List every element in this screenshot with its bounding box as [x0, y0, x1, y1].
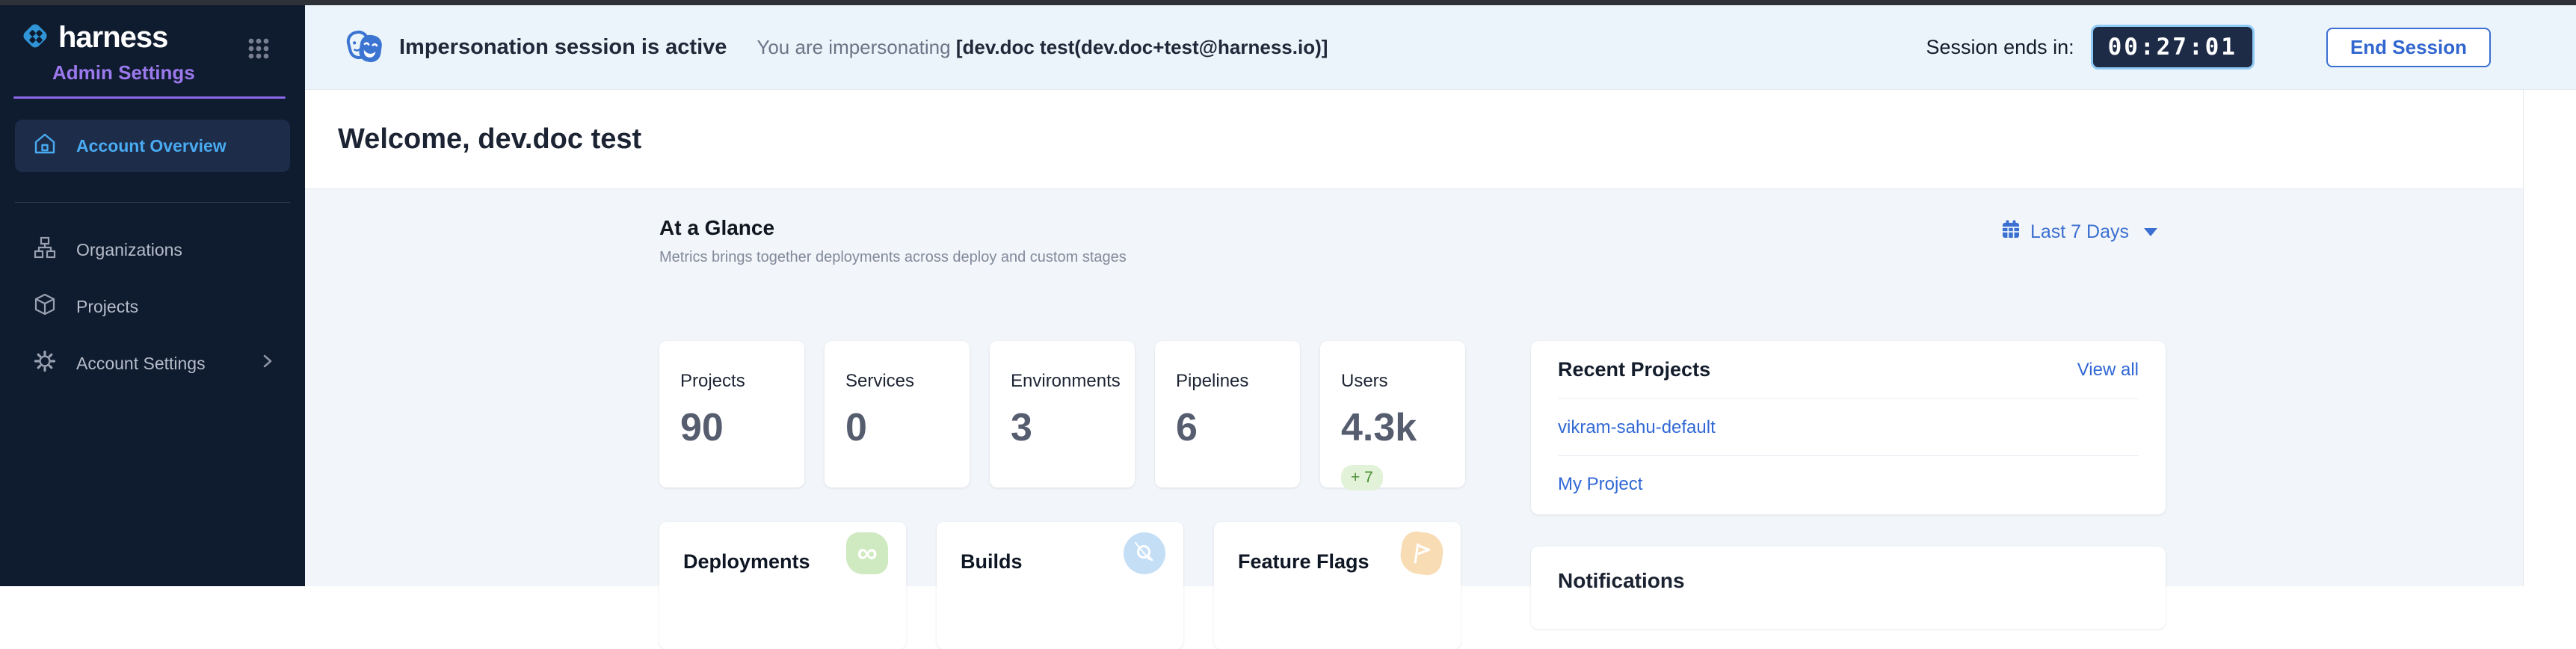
dashboard-body: Projects 90 Services 0 Environments 3 Pi… — [659, 341, 2168, 649]
page-header: Welcome, dev.doc test — [305, 90, 2523, 189]
metrics-column: Projects 90 Services 0 Environments 3 Pi… — [659, 341, 1465, 649]
recent-projects-panel: Recent Projects View all vikram-sahu-def… — [1531, 341, 2166, 514]
panels-column: Recent Projects View all vikram-sahu-def… — [1531, 341, 2166, 649]
project-link-my-project[interactable]: My Project — [1558, 474, 1642, 495]
home-icon — [33, 132, 57, 160]
cube-icon — [33, 292, 57, 321]
metric-label: Pipelines — [1176, 371, 1300, 392]
window-top-strip — [0, 0, 2576, 5]
session-ends-label: Session ends in: — [1926, 36, 2074, 59]
brand-row: harness — [0, 5, 305, 57]
metric-value: 90 — [680, 405, 804, 450]
nav-divider — [15, 202, 290, 203]
chevron-right-icon — [259, 351, 277, 376]
sidebar-item-organizations[interactable]: Organizations — [15, 224, 290, 276]
impersonated-user: [dev.doc test(dev.doc+test@harness.io)] — [956, 36, 1328, 58]
page-title: Welcome, dev.doc test — [338, 123, 641, 156]
metric-label: Environments — [1011, 371, 1135, 392]
module-card-feature-flags[interactable]: Feature Flags — [1214, 522, 1461, 649]
project-link-vikram-sahu-default[interactable]: vikram-sahu-default — [1558, 417, 1716, 438]
sidebar-item-projects[interactable]: Projects — [15, 280, 290, 333]
date-range-picker[interactable]: Last 7 Days — [2000, 219, 2157, 245]
module-label: Feature Flags — [1238, 550, 1369, 573]
sidebar-item-label: Account Settings — [76, 354, 206, 374]
builds-ci-icon — [1124, 532, 1165, 574]
gear-icon — [33, 349, 57, 378]
caret-down-icon — [2144, 228, 2157, 236]
metric-card-environments[interactable]: Environments 3 — [990, 341, 1135, 487]
date-range-label: Last 7 Days — [2030, 221, 2129, 243]
metric-value: 3 — [1011, 405, 1135, 450]
view-all-link[interactable]: View all — [2077, 360, 2139, 381]
impersonation-banner: Impersonation session is active You are … — [305, 5, 2576, 90]
glance-header: At a Glance Metrics brings together depl… — [659, 216, 2168, 266]
metric-card-projects[interactable]: Projects 90 — [659, 341, 804, 487]
module-subtitle: Admin Settings — [52, 61, 305, 84]
users-delta-badge: + 7 — [1341, 465, 1383, 490]
module-card-deployments[interactable]: Deployments ∞ — [659, 522, 906, 649]
brand-text: harness — [58, 21, 167, 55]
app-grid-icon[interactable] — [247, 37, 271, 64]
metrics-row: Projects 90 Services 0 Environments 3 Pi… — [659, 341, 1465, 487]
metric-label: Services — [845, 371, 970, 392]
sidebar-nav: Account Overview Organizations Pr — [15, 120, 290, 390]
sidebar-item-label: Account Overview — [76, 136, 227, 156]
organizations-icon — [33, 236, 57, 264]
module-label: Builds — [961, 550, 1023, 573]
glance-title: At a Glance — [659, 216, 1127, 240]
metric-card-users[interactable]: Users 4.3k + 7 — [1320, 341, 1465, 487]
purple-divider — [13, 96, 286, 99]
recent-projects-title: Recent Projects — [1558, 358, 1710, 381]
banner-title: Impersonation session is active — [399, 35, 727, 60]
module-label: Deployments — [683, 550, 810, 573]
sidebar-item-label: Projects — [76, 297, 138, 317]
metric-card-pipelines[interactable]: Pipelines 6 — [1155, 341, 1300, 487]
session-timer: 00:27:01 — [2091, 25, 2255, 70]
main-content: At a Glance Metrics brings together depl… — [305, 189, 2523, 586]
banner-message-prefix: You are impersonating — [757, 36, 950, 58]
recent-projects-header: Recent Projects View all — [1558, 341, 2139, 399]
metric-label: Projects — [680, 371, 804, 392]
theater-masks-icon — [342, 24, 386, 71]
sidebar: harness Admin Settings Account Overview — [0, 5, 305, 586]
metric-value: 4.3k — [1341, 405, 1465, 450]
metric-value: 0 — [845, 405, 970, 450]
modules-row: Deployments ∞ Builds Feature Flags — [659, 522, 1465, 649]
sidebar-item-account-settings[interactable]: Account Settings — [15, 337, 290, 390]
calendar-icon — [2000, 219, 2021, 245]
project-row: vikram-sahu-default — [1558, 399, 2139, 456]
deployments-pipeline-icon: ∞ — [846, 532, 888, 574]
project-row: My Project — [1558, 456, 2139, 513]
feature-flags-flag-icon — [1398, 529, 1445, 576]
sidebar-item-account-overview[interactable]: Account Overview — [15, 120, 290, 172]
right-gutter — [2523, 90, 2576, 586]
banner-message: You are impersonating [dev.doc test(dev.… — [757, 36, 1328, 59]
harness-logo-icon — [18, 19, 52, 57]
end-session-button[interactable]: End Session — [2326, 28, 2491, 67]
sidebar-item-label: Organizations — [76, 240, 182, 260]
glance-subtitle: Metrics brings together deployments acro… — [659, 249, 1127, 266]
metric-value: 6 — [1176, 405, 1300, 450]
notifications-title: Notifications — [1558, 569, 2139, 593]
module-card-builds[interactable]: Builds — [937, 522, 1183, 649]
notifications-panel: Notifications — [1531, 547, 2166, 629]
metric-card-services[interactable]: Services 0 — [825, 341, 970, 487]
metric-label: Users — [1341, 371, 1465, 392]
